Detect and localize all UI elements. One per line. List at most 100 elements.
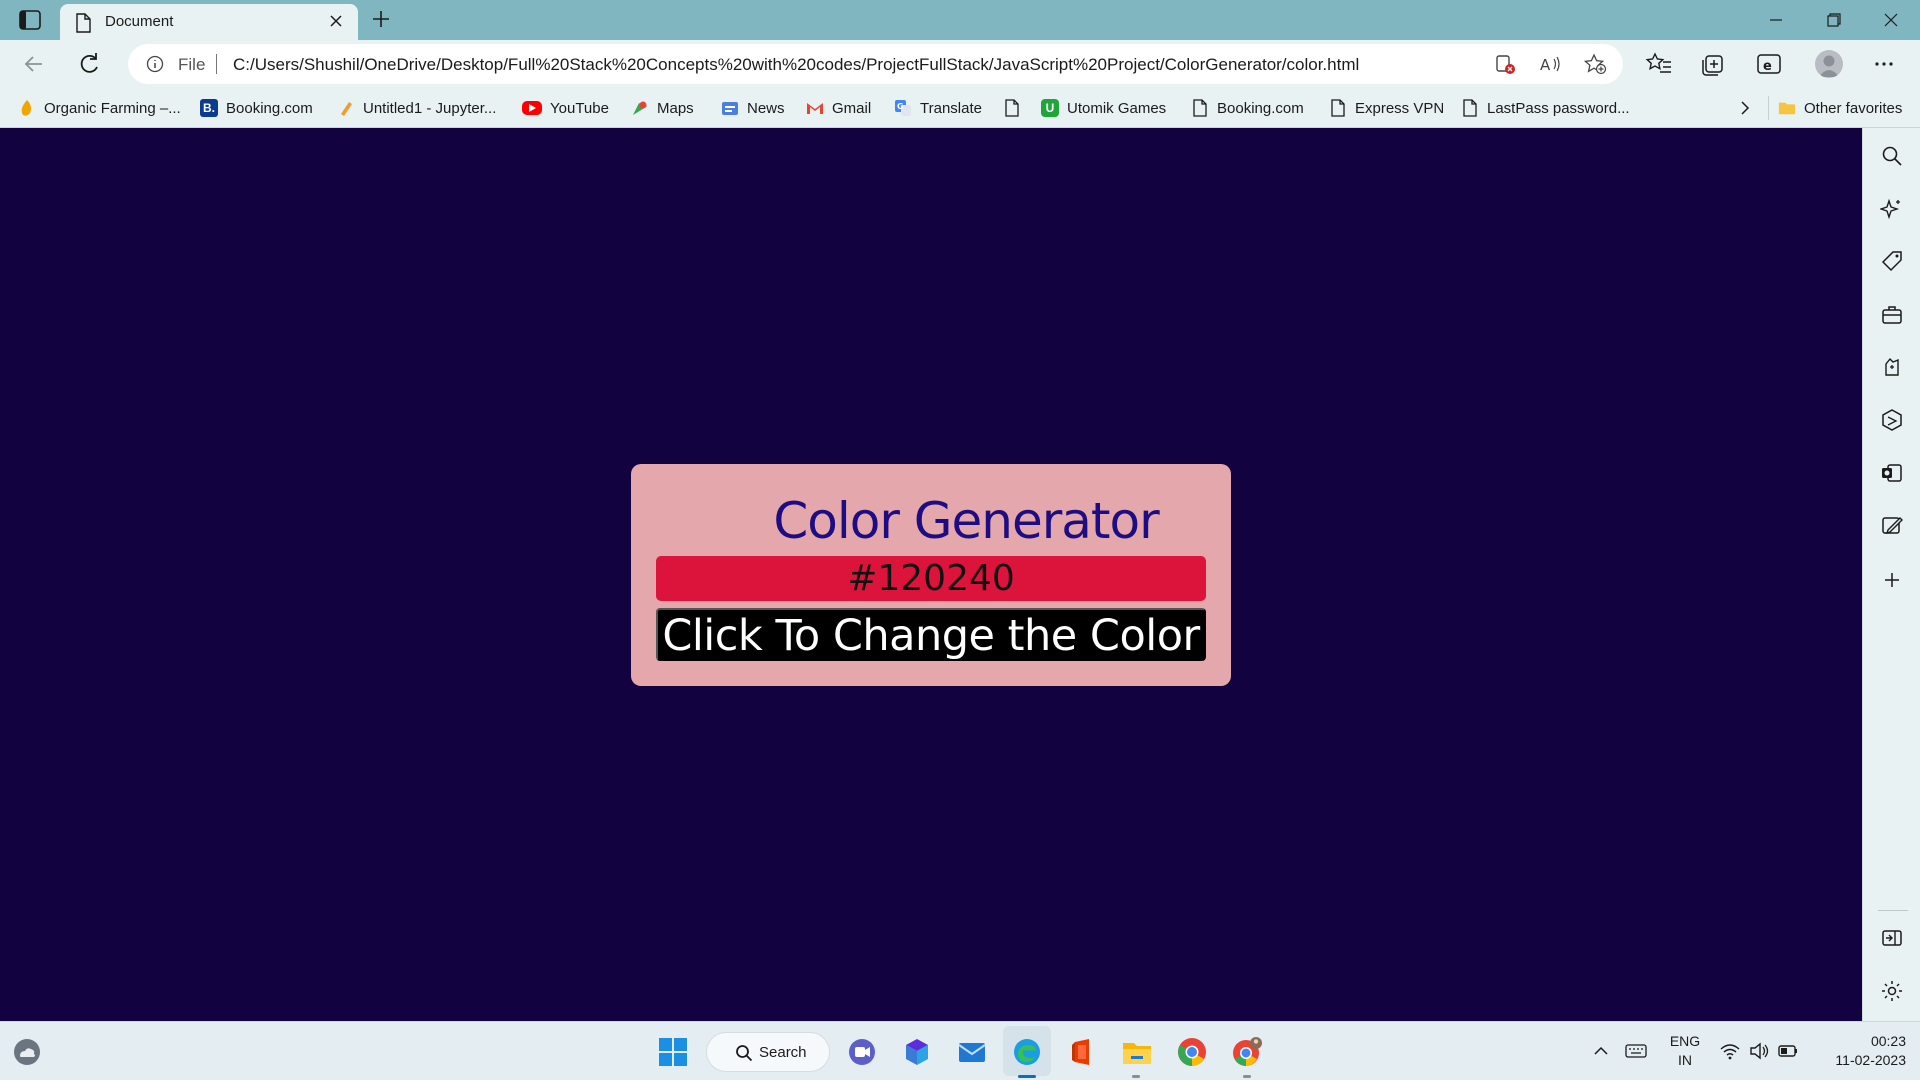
keyboard-icon[interactable] — [1625, 1040, 1647, 1062]
refresh-icon[interactable] — [75, 50, 103, 78]
volume-icon[interactable] — [1748, 1040, 1770, 1062]
collections-icon[interactable] — [1700, 50, 1728, 78]
utomik-icon: U — [1041, 99, 1059, 117]
windows-taskbar: Search ENG IN 00:23 11-02-2023 — [0, 1021, 1920, 1080]
favorite-youtube[interactable]: YouTube — [522, 97, 609, 119]
favorite-jupyter[interactable]: Untitled1 - Jupyter... — [337, 97, 496, 119]
back-icon[interactable] — [20, 50, 48, 78]
address-bar[interactable]: File C:/Users/Shushil/OneDrive/Desktop/F… — [128, 44, 1623, 84]
read-aloud-icon[interactable]: A — [1538, 53, 1562, 75]
other-favorites[interactable]: Other favorites — [1778, 97, 1902, 119]
maps-icon — [631, 99, 649, 117]
favorite-label: Gmail — [832, 99, 872, 117]
favorite-untitled-page[interactable] — [1003, 97, 1029, 119]
tab-title: Document — [105, 13, 174, 30]
outlook-icon[interactable] — [1880, 461, 1904, 485]
tab-document[interactable]: Document — [60, 4, 358, 40]
page-title: Color Generator — [773, 492, 1159, 550]
mail-icon[interactable] — [956, 1036, 988, 1068]
language-indicator[interactable]: ENG IN — [1669, 1032, 1701, 1070]
clock-time: 00:23 — [1870, 1033, 1906, 1049]
new-tab-icon[interactable] — [370, 8, 392, 30]
favorite-utomik[interactable]: U Utomik Games — [1041, 97, 1166, 119]
page-icon — [1191, 99, 1209, 117]
svg-text:A: A — [1540, 56, 1551, 74]
favorite-label: Utomik Games — [1067, 99, 1167, 117]
close-window-icon[interactable] — [1878, 8, 1904, 32]
favorite-organic-farming[interactable]: Organic Farming –... — [18, 97, 181, 119]
weather-icon[interactable] — [12, 1037, 42, 1067]
edge-active-indicator — [1018, 1075, 1036, 1078]
page-icon — [1329, 99, 1347, 117]
chrome-icon[interactable] — [1176, 1036, 1208, 1068]
language-primary: ENG — [1669, 1033, 1701, 1049]
games-icon[interactable] — [1880, 355, 1904, 379]
tools-briefcase-icon[interactable] — [1880, 303, 1904, 327]
favorite-express-vpn[interactable]: Express VPN — [1329, 97, 1444, 119]
address-url[interactable]: C:/Users/Shushil/OneDrive/Desktop/Full%2… — [233, 55, 1359, 75]
favorite-maps[interactable]: Maps — [631, 97, 694, 119]
other-favorites-label: Other favorites — [1804, 99, 1903, 117]
app-available-icon[interactable] — [1493, 53, 1517, 75]
favorite-lastpass[interactable]: LastPass password... — [1461, 97, 1630, 119]
info-icon[interactable] — [146, 55, 164, 73]
favorites-divider — [1768, 96, 1769, 120]
color-generator-card: Color Generator #120240 Click To Change … — [631, 464, 1231, 686]
discover-icon[interactable] — [1880, 197, 1904, 221]
taskbar-search[interactable]: Search — [706, 1032, 830, 1072]
add-sidebar-app-icon[interactable] — [1880, 568, 1904, 592]
favorite-label: Express VPN — [1355, 99, 1445, 117]
page-viewport: Color Generator #120240 Click To Change … — [0, 128, 1862, 1021]
favorite-label: Booking.com — [226, 99, 313, 117]
address-prefix: File — [178, 55, 206, 74]
search-icon[interactable] — [1880, 144, 1904, 168]
explorer-running-indicator — [1132, 1075, 1140, 1078]
favorite-news[interactable]: News — [721, 97, 785, 119]
office-app-icon[interactable] — [1066, 1036, 1098, 1068]
tab-actions-icon[interactable] — [18, 9, 42, 31]
internet-explorer-mode-icon[interactable]: e — [1755, 50, 1783, 78]
favorite-label: News — [747, 99, 785, 117]
restore-icon[interactable] — [1820, 8, 1846, 32]
favorites-icon[interactable] — [1645, 50, 1673, 78]
chrome-profile-icon[interactable] — [1231, 1036, 1263, 1068]
favorite-gmail[interactable]: Gmail — [806, 97, 871, 119]
minimize-icon[interactable] — [1763, 8, 1789, 32]
organic-farming-icon — [18, 99, 36, 117]
favorite-label: Booking.com — [1217, 99, 1304, 117]
news-icon — [721, 99, 739, 117]
drop-icon[interactable] — [1880, 514, 1904, 538]
profile-avatar[interactable] — [1815, 50, 1843, 78]
hide-sidebar-icon[interactable] — [1880, 926, 1904, 950]
more-menu-icon[interactable] — [1870, 50, 1898, 78]
translate-icon: G — [894, 99, 912, 117]
wifi-icon[interactable] — [1719, 1040, 1741, 1062]
widgets-icon[interactable] — [901, 1036, 933, 1068]
address-separator — [216, 54, 217, 74]
edge-browser-icon[interactable] — [1011, 1036, 1043, 1068]
file-explorer-icon[interactable] — [1121, 1036, 1153, 1068]
add-favorite-icon[interactable] — [1583, 53, 1607, 75]
chevron-up-icon[interactable] — [1590, 1040, 1612, 1062]
favorite-translate[interactable]: G Translate — [894, 97, 982, 119]
folder-icon — [1778, 99, 1796, 117]
navigation-bar: File C:/Users/Shushil/OneDrive/Desktop/F… — [0, 40, 1920, 88]
favorite-booking[interactable]: B. Booking.com — [200, 97, 313, 119]
favorite-booking-page[interactable]: Booking.com — [1191, 97, 1304, 119]
teams-chat-icon[interactable] — [846, 1036, 878, 1068]
settings-gear-icon[interactable] — [1880, 979, 1904, 1003]
chevron-right-icon[interactable] — [1736, 99, 1754, 117]
windows-start-icon[interactable] — [657, 1036, 689, 1068]
close-tab-icon[interactable] — [328, 13, 344, 29]
booking-icon: B. — [200, 99, 218, 117]
gmail-icon — [806, 99, 824, 117]
clock-date: 11-02-2023 — [1835, 1052, 1906, 1068]
shopping-tag-icon[interactable] — [1880, 249, 1904, 273]
office-icon[interactable] — [1880, 408, 1904, 432]
system-clock[interactable]: 00:23 11-02-2023 — [1810, 1032, 1906, 1070]
favorite-label: LastPass password... — [1487, 99, 1630, 117]
battery-icon[interactable] — [1777, 1040, 1799, 1062]
page-icon — [1461, 99, 1479, 117]
change-color-button[interactable]: Click To Change the Color — [656, 608, 1206, 661]
page-icon — [76, 13, 91, 33]
